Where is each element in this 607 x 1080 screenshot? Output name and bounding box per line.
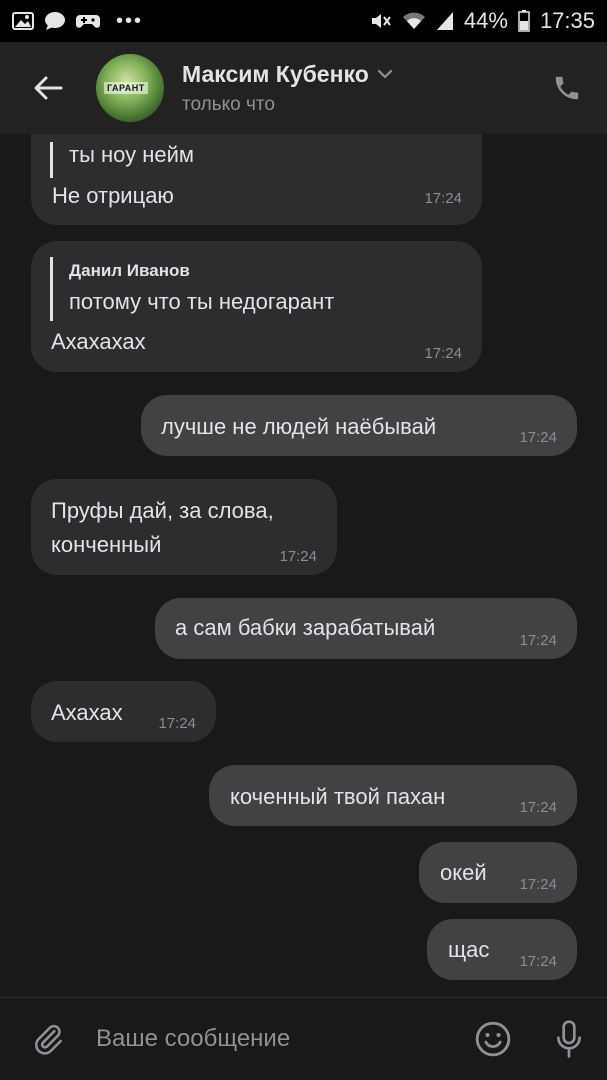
voice-message-button[interactable] — [531, 998, 607, 1080]
message-text: Ахахахах — [51, 329, 146, 354]
message-time: 17:24 — [424, 345, 462, 362]
avatar-text: ГАРАНТ — [104, 82, 148, 94]
reply-quote[interactable]: Данил Иванов потому что ты недогарант — [50, 257, 334, 321]
attach-button[interactable] — [0, 998, 96, 1080]
quote-author: Данил Иванов — [69, 261, 190, 280]
message-incoming[interactable]: Ахахах 17:24 — [31, 681, 216, 742]
microphone-icon — [557, 1020, 581, 1058]
more-notifications-dots: ••• — [116, 9, 144, 32]
smiley-icon — [475, 1021, 511, 1057]
message-time: 17:24 — [279, 548, 317, 565]
message-text: лучше не людей наёбывай — [161, 414, 437, 439]
chevron-down-icon — [377, 69, 392, 79]
message-outgoing[interactable]: щас 17:24 — [427, 919, 577, 980]
message-time: 17:24 — [519, 799, 557, 816]
message-outgoing[interactable]: лучше не людей наёбывай 17:24 — [141, 395, 577, 456]
phone-icon — [555, 76, 579, 100]
message-incoming[interactable]: Данил Иванов потому что ты недогарант Ах… — [31, 241, 482, 372]
battery-icon — [518, 10, 530, 32]
message-text: а сам бабки зарабатывай — [175, 615, 436, 640]
call-button[interactable] — [527, 42, 607, 134]
battery-percent: 44% — [463, 8, 508, 33]
contact-name: Максим Кубенко — [182, 60, 369, 87]
message-text-line: конченный — [51, 532, 162, 557]
message-outgoing[interactable]: коченный твой пахан 17:24 — [209, 765, 577, 826]
mute-icon — [370, 11, 392, 31]
avatar[interactable]: ГАРАНТ — [96, 54, 164, 122]
message-text: Не отрицаю — [52, 183, 174, 208]
chat-header: ГАРАНТ Максим Кубенко только что — [0, 42, 607, 134]
message-text: щас — [448, 937, 490, 962]
emoji-button[interactable] — [455, 998, 531, 1080]
arrow-left-icon — [34, 76, 63, 100]
status-bar: ••• 44% 17:35 — [0, 0, 607, 42]
quote-text: потому что ты недогарант — [69, 289, 335, 314]
paperclip-icon — [35, 1024, 63, 1055]
status-bar-left: ••• — [12, 10, 143, 33]
wifi-icon — [402, 11, 426, 31]
signal-icon — [436, 11, 454, 31]
message-time: 17:24 — [519, 876, 557, 893]
message-incoming[interactable]: Пруфы дай, за слова, конченный 17:24 — [31, 479, 337, 575]
message-text: окей — [440, 860, 487, 885]
contact-info[interactable]: Максим Кубенко только что — [182, 61, 527, 116]
message-text: Ахахах — [51, 700, 123, 725]
quote-text: ты ноу нейм — [69, 142, 195, 167]
game-controller-icon — [76, 12, 100, 30]
message-input[interactable] — [96, 1009, 455, 1069]
message-list[interactable]: ты ноу нейм Не отрицаю 17:24 Данил Ивано… — [0, 134, 607, 997]
contact-name-row: Максим Кубенко — [182, 61, 527, 88]
message-incoming[interactable]: ты ноу нейм Не отрицаю 17:24 — [31, 134, 482, 225]
contact-status: только что — [182, 93, 275, 115]
status-bar-right: 44% 17:35 — [370, 8, 595, 34]
message-outgoing[interactable]: окей 17:24 — [419, 842, 577, 903]
message-text-line: Пруфы дай, за слова, — [51, 498, 274, 523]
back-button[interactable] — [0, 42, 96, 134]
message-composer — [0, 997, 607, 1080]
message-time: 17:24 — [519, 429, 557, 446]
message-time: 17:24 — [519, 953, 557, 970]
message-text: коченный твой пахан — [230, 784, 446, 809]
message-time: 17:24 — [519, 632, 557, 649]
gallery-icon — [12, 11, 34, 31]
reply-quote[interactable]: ты ноу нейм — [50, 142, 194, 178]
message-time: 17:24 — [158, 715, 196, 732]
status-time: 17:35 — [539, 8, 595, 33]
message-time: 17:24 — [424, 190, 462, 207]
message-outgoing[interactable]: а сам бабки зарабатывай 17:24 — [155, 598, 577, 659]
chat-bubble-icon — [44, 11, 66, 31]
